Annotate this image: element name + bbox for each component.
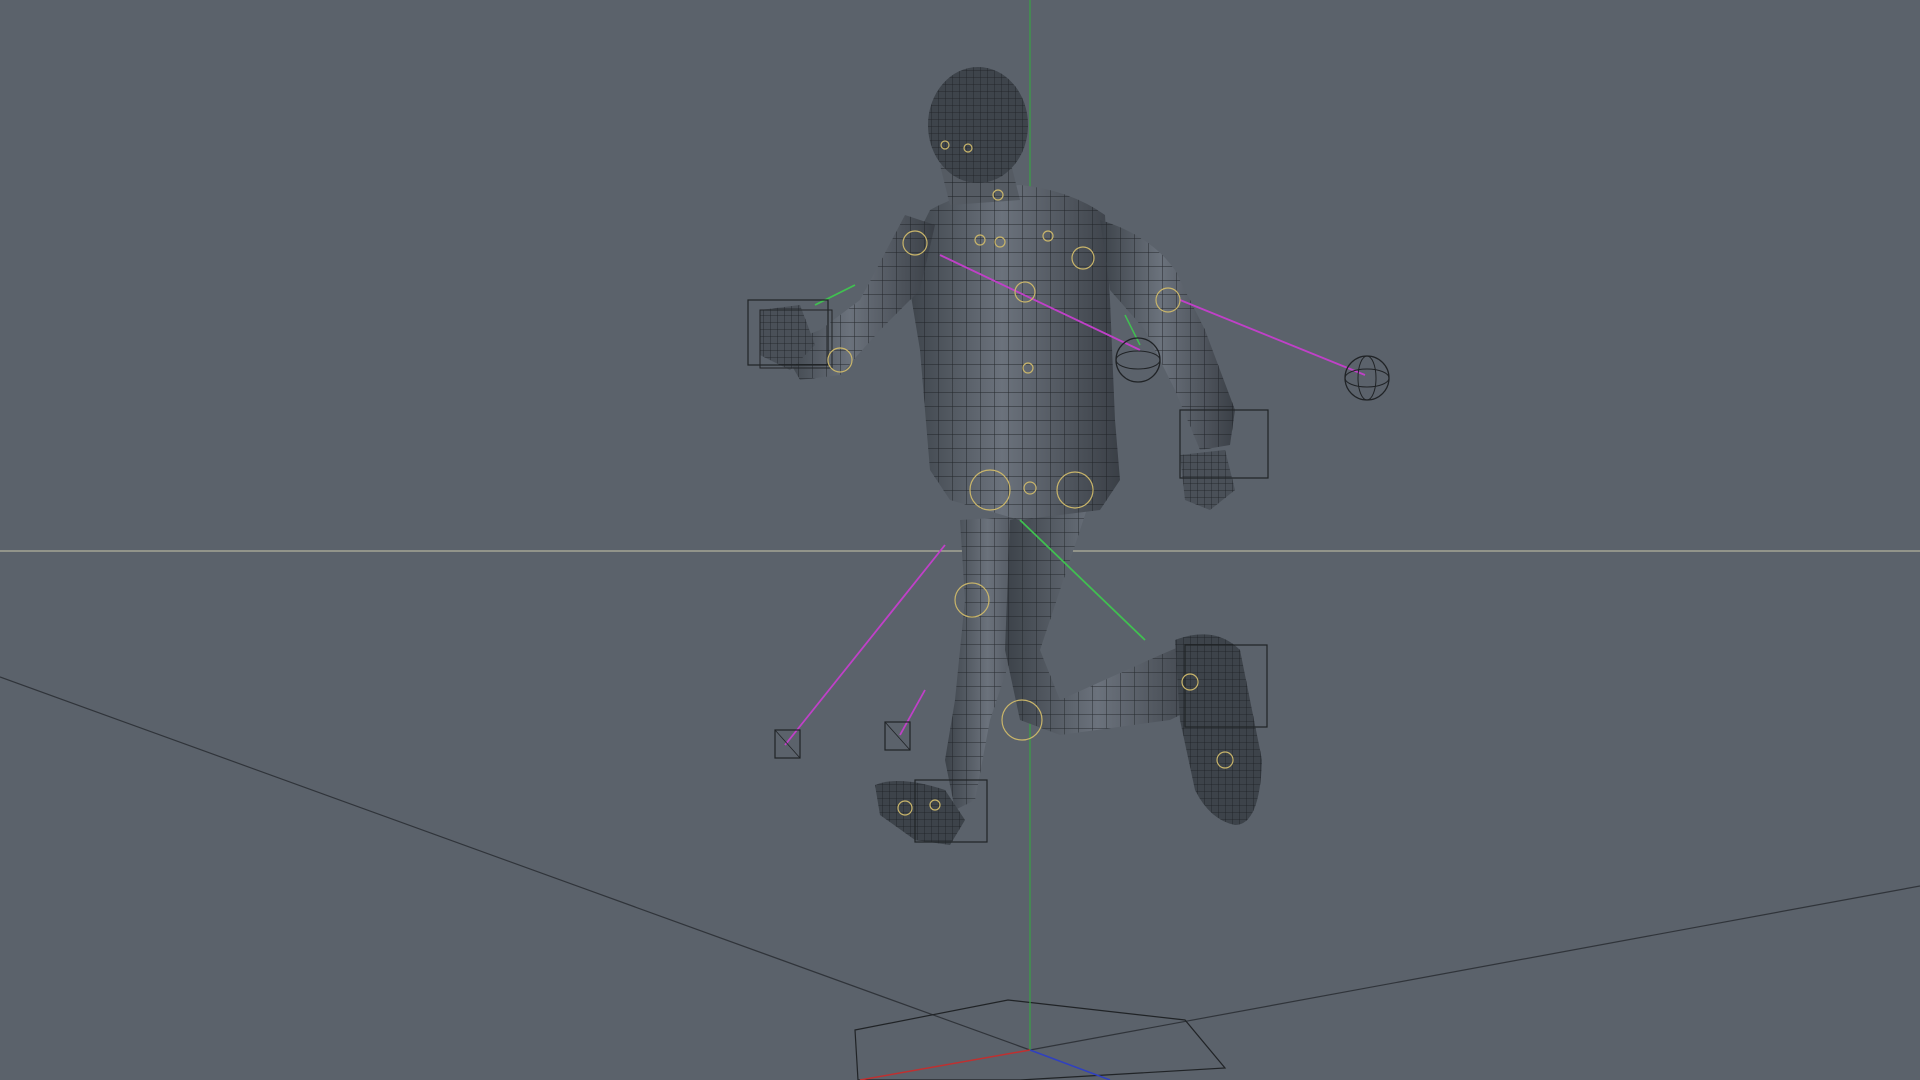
scene-canvas[interactable] — [0, 0, 1920, 1080]
character-mesh[interactable] — [760, 67, 1262, 845]
knee-pole-left[interactable] — [774, 729, 801, 759]
elbow-pole-left[interactable] — [1115, 337, 1161, 383]
knee-pole-right[interactable] — [884, 721, 911, 751]
3d-viewport[interactable] — [0, 0, 1920, 1080]
elbow-pole-right[interactable] — [1344, 355, 1390, 401]
